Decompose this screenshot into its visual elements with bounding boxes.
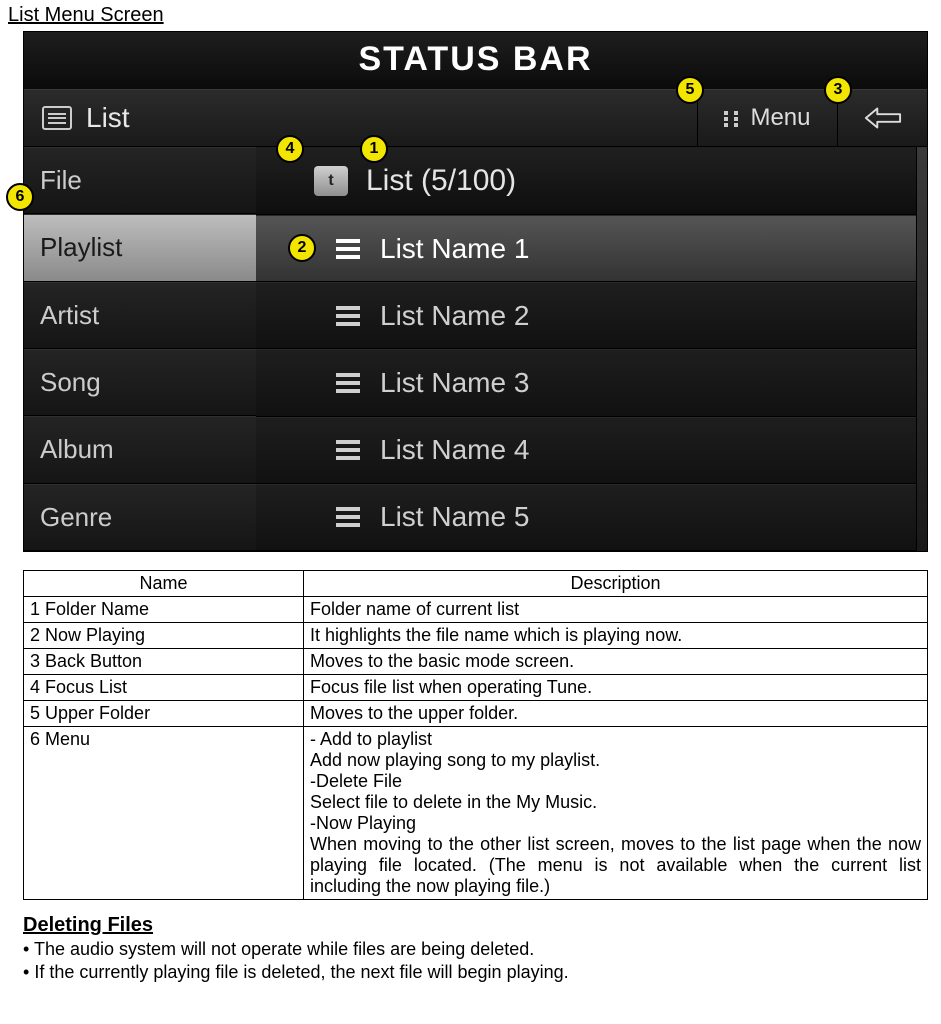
callout-5: 5 [676,76,704,104]
back-arrow-icon [864,104,902,132]
table-cell-name: 1 Folder Name [24,597,304,623]
list-row-label: List Name 2 [380,300,529,332]
description-table: Name Description 1 Folder Name Folder na… [23,570,928,900]
table-row: 3 Back Button Moves to the basic mode sc… [24,649,928,675]
list-icon [42,106,72,130]
list-row-label: List Name 1 [380,233,529,265]
playlist-item-icon [336,440,360,460]
playlist-item-icon [336,306,360,326]
table-row: 4 Focus List Focus file list when operat… [24,675,928,701]
sidebar-item-playlist[interactable]: Playlist [24,214,256,281]
menu-desc-line: -Now Playing [310,813,921,834]
playlist-item-icon [336,507,360,527]
table-row: 5 Upper Folder Moves to the upper folder… [24,701,928,727]
table-cell-desc: Moves to the basic mode screen. [304,649,928,675]
table-cell-desc: It highlights the file name which is pla… [304,623,928,649]
status-bar: STATUS BAR [24,32,927,89]
callout-6: 6 [6,183,34,211]
list-row[interactable]: List Name 3 [256,349,927,416]
list-header: 4 1 t List (5/100) [256,147,927,215]
playlist-item-icon [336,373,360,393]
section-heading: List Menu Screen [8,4,933,27]
table-cell-desc: Focus file list when operating Tune. [304,675,928,701]
sidebar-item-label: Playlist [40,232,122,263]
bullet-list: • The audio system will not operate whil… [23,939,933,983]
menu-desc-line: Select file to delete in the My Music. [310,792,921,813]
sidebar-item-label: Genre [40,502,112,533]
menu-button[interactable]: 5 Menu [697,90,837,146]
main-list: 4 1 t List (5/100) 2 List Name 1 List Na… [256,147,927,551]
table-cell-name: 2 Now Playing [24,623,304,649]
table-cell-name: 4 Focus List [24,675,304,701]
playlist-item-icon [336,239,360,259]
sidebar-item-song[interactable]: Song [24,349,256,416]
menu-desc-line: Add now playing song to my playlist. [310,750,921,771]
sidebar-item-label: Artist [40,300,99,331]
sidebar-item-artist[interactable]: Artist [24,282,256,349]
table-row: 6 Menu - Add to playlist Add now playing… [24,727,928,900]
callout-4: 4 [276,135,304,163]
back-button[interactable]: 3 [837,90,927,146]
folder-name-label: List (5/100) [366,164,516,198]
sidebar-item-genre[interactable]: Genre [24,484,256,551]
menu-desc-line: - Add to playlist [310,729,921,750]
subsection-heading: Deleting Files [23,914,933,937]
bullet-item: • The audio system will not operate whil… [23,939,933,960]
callout-2: 2 [288,234,316,262]
screen-title: List [86,102,130,134]
list-row-label: List Name 3 [380,367,529,399]
table-cell-name: 6 Menu [24,727,304,900]
table-row: 2 Now Playing It highlights the file nam… [24,623,928,649]
sidebar-item-file[interactable]: File [24,147,256,214]
sidebar-item-label: Album [40,434,114,465]
list-row[interactable]: 2 List Name 1 [256,215,927,282]
top-bar: List 5 Menu 3 [24,89,927,147]
menu-button-label: Menu [750,104,810,132]
category-sidebar: File Playlist Artist Song Album Genre [24,147,256,551]
menu-desc-line: When moving to the other list screen, mo… [310,834,921,897]
table-cell-name: 5 Upper Folder [24,701,304,727]
table-cell-name: 3 Back Button [24,649,304,675]
table-cell-desc: Moves to the upper folder. [304,701,928,727]
menu-icon [724,111,740,125]
list-row[interactable]: List Name 2 [256,282,927,349]
sidebar-item-label: Song [40,367,101,398]
sidebar-item-label: File [40,165,82,196]
callout-3: 3 [824,76,852,104]
device-screenshot: STATUS BAR List 5 Menu 3 [23,31,928,552]
callout-1: 1 [360,135,388,163]
list-row-label: List Name 5 [380,501,529,533]
up-folder-icon[interactable]: t [314,166,348,196]
table-row: 1 Folder Name Folder name of current lis… [24,597,928,623]
table-cell-desc: Folder name of current list [304,597,928,623]
list-row[interactable]: List Name 4 [256,417,927,484]
bullet-text: The audio system will not operate while … [34,939,534,959]
list-row[interactable]: List Name 5 [256,484,927,551]
bullet-text: If the currently playing file is deleted… [34,962,568,982]
table-header-name: Name [24,571,304,597]
sidebar-item-album[interactable]: Album [24,416,256,483]
table-header-desc: Description [304,571,928,597]
menu-desc-line: -Delete File [310,771,921,792]
bullet-item: • If the currently playing file is delet… [23,962,933,983]
table-cell-desc: - Add to playlist Add now playing song t… [304,727,928,900]
list-row-label: List Name 4 [380,434,529,466]
